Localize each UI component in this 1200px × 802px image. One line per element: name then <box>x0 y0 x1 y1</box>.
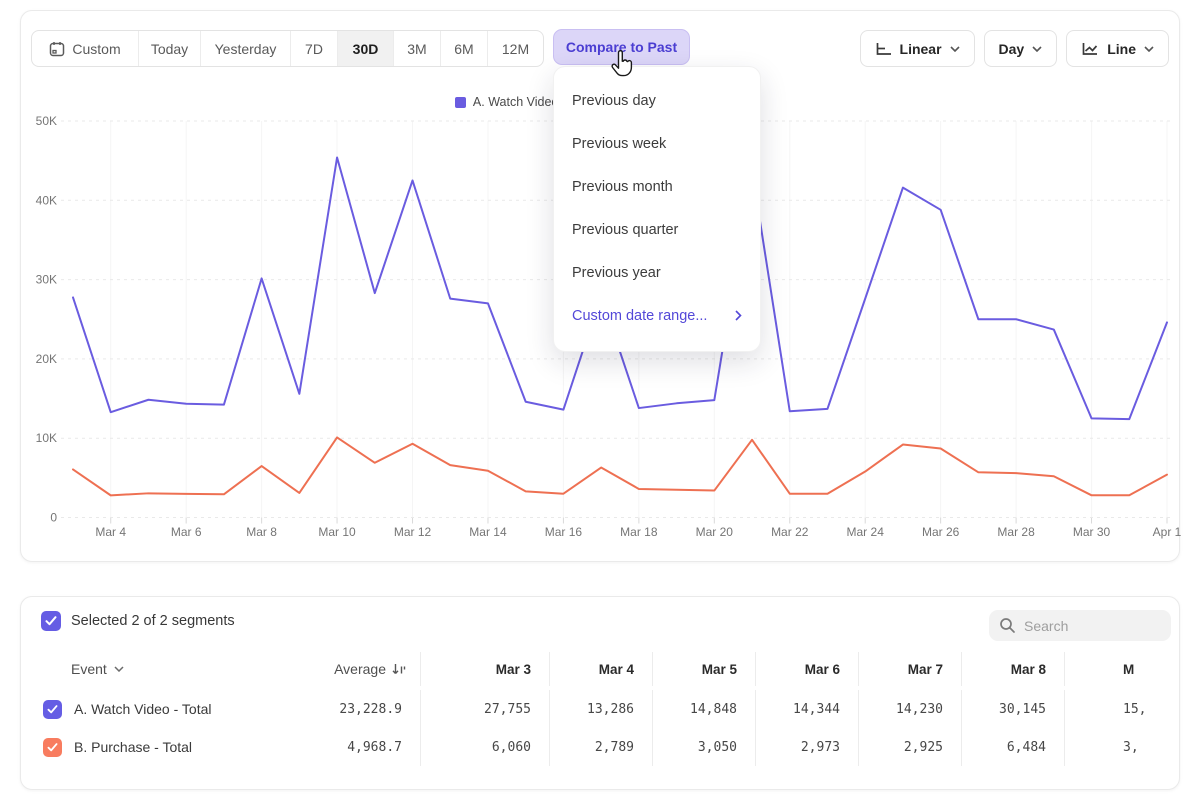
selected-segments-label: Selected 2 of 2 segments <box>71 613 235 629</box>
x-tick-label: Mar 30 <box>1073 525 1111 539</box>
watch-video-row-label: A. Watch Video - Total <box>74 701 211 717</box>
watch-video-row-checkbox[interactable] <box>43 700 62 719</box>
x-tick-label: Mar 8 <box>246 525 277 539</box>
check-icon <box>45 616 57 626</box>
search-box[interactable] <box>989 610 1171 641</box>
custom-date-range-label: Custom date range... <box>572 308 707 324</box>
average-column-header[interactable]: Average <box>306 652 421 686</box>
value-cell: 30,145 <box>962 690 1065 728</box>
search-input[interactable] <box>1024 618 1154 634</box>
purchase-row-checkbox[interactable] <box>43 738 62 757</box>
day-column-header: Mar 3 <box>421 652 550 686</box>
value-cell: 3,050 <box>653 728 756 766</box>
clipped-value-cell: 15, <box>1065 690 1181 728</box>
select-all-checkbox[interactable] <box>41 611 61 631</box>
y-tick-label: 40K <box>36 193 57 207</box>
series-b-line <box>73 437 1167 495</box>
menu-item-previous-month[interactable]: Previous month <box>554 165 760 208</box>
x-tick-label: Mar 20 <box>696 525 734 539</box>
day-column-header: Mar 8 <box>962 652 1065 686</box>
value-cell: 2,925 <box>859 728 962 766</box>
value-cell: 6,060 <box>421 728 550 766</box>
chevron-right-icon <box>735 310 742 321</box>
x-tick-label: Mar 4 <box>95 525 126 539</box>
x-tick-label: Mar 26 <box>922 525 960 539</box>
menu-item-previous-day[interactable]: Previous day <box>554 79 760 122</box>
x-tick-label: Mar 10 <box>318 525 356 539</box>
search-icon <box>999 617 1016 634</box>
segments-table: Event Average Mar 3Mar 4Mar 5Mar 6Mar 7Mar… <box>41 652 1181 766</box>
purchase-row-label: B. Purchase - Total <box>74 739 192 755</box>
x-tick-label: Mar 12 <box>394 525 432 539</box>
purchase-row: B. Purchase - Total <box>41 728 306 766</box>
compare-to-past-menu: Previous dayPrevious weekPrevious monthP… <box>553 66 761 352</box>
menu-item-custom-date-range[interactable]: Custom date range... <box>554 294 760 337</box>
x-tick-label: Apr 1 <box>1153 525 1181 539</box>
value-cell: 14,230 <box>859 690 962 728</box>
y-tick-label: 20K <box>36 352 57 366</box>
x-tick-label: Mar 6 <box>171 525 202 539</box>
value-cell: 2,789 <box>550 728 653 766</box>
y-tick-label: 10K <box>36 431 57 445</box>
day-column-header: Mar 7 <box>859 652 962 686</box>
segments-panel: Selected 2 of 2 segments Event Average Mar… <box>20 596 1180 790</box>
sort-descending-icon <box>392 663 406 676</box>
value-cell: 6,484 <box>962 728 1065 766</box>
x-tick-label: Mar 16 <box>545 525 583 539</box>
x-tick-label: Mar 14 <box>469 525 507 539</box>
value-cell: 14,344 <box>756 690 859 728</box>
event-header-label: Event <box>71 661 107 677</box>
y-tick-label: 0 <box>50 511 57 525</box>
check-icon <box>47 705 58 714</box>
check-icon <box>47 743 58 752</box>
value-cell: 27,755 <box>421 690 550 728</box>
value-cell: 13,286 <box>550 690 653 728</box>
average-header-label: Average <box>334 661 386 677</box>
y-tick-label: 50K <box>36 114 57 128</box>
segments-selection-row: Selected 2 of 2 segments <box>41 611 235 631</box>
x-tick-label: Mar 22 <box>771 525 809 539</box>
event-column-header[interactable]: Event <box>41 652 306 686</box>
compare-to-past-button[interactable]: Compare to Past <box>553 29 690 65</box>
day-column-header: Mar 6 <box>756 652 859 686</box>
menu-item-previous-year[interactable]: Previous year <box>554 251 760 294</box>
average-cell: 23,228.9 <box>306 690 421 728</box>
average-cell: 4,968.7 <box>306 728 421 766</box>
menu-item-previous-quarter[interactable]: Previous quarter <box>554 208 760 251</box>
clipped-value-cell: 3, <box>1065 728 1181 766</box>
series-a-swatch <box>455 97 466 108</box>
x-tick-label: Mar 24 <box>847 525 885 539</box>
x-tick-label: Mar 18 <box>620 525 658 539</box>
y-tick-label: 30K <box>36 273 57 287</box>
value-cell: 2,973 <box>756 728 859 766</box>
clipped-day-column-header: M <box>1065 652 1181 686</box>
chevron-down-icon <box>114 666 124 672</box>
x-tick-label: Mar 28 <box>997 525 1035 539</box>
value-cell: 14,848 <box>653 690 756 728</box>
watch-video-row: A. Watch Video - Total <box>41 690 306 728</box>
menu-item-previous-week[interactable]: Previous week <box>554 122 760 165</box>
day-column-header: Mar 4 <box>550 652 653 686</box>
day-column-header: Mar 5 <box>653 652 756 686</box>
